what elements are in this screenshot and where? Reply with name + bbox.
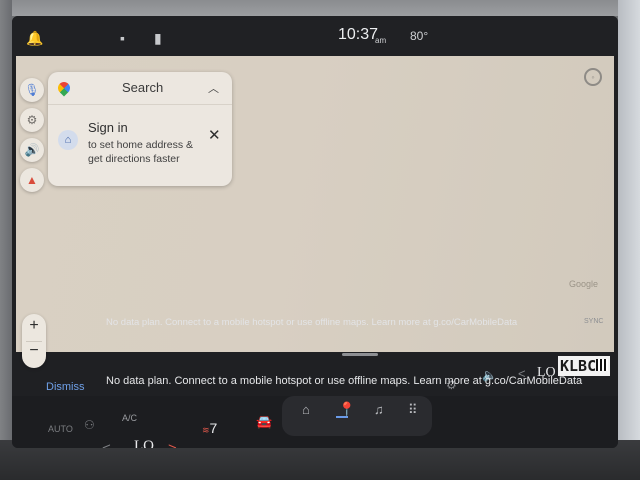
microphone-button[interactable]: 🎙 bbox=[20, 78, 44, 102]
account-icon[interactable]: ◦ bbox=[584, 68, 602, 86]
apps-icon[interactable]: ⠿ bbox=[408, 402, 418, 418]
clock-ampm: am bbox=[375, 36, 387, 45]
left-temp-up-button[interactable]: > bbox=[168, 440, 177, 448]
watermark-logo: KLBC bbox=[558, 356, 610, 376]
gear-icon: ⚙ bbox=[26, 113, 38, 127]
home-icon[interactable]: ⌂ bbox=[302, 402, 310, 417]
status-bar: 🔔 ▪ ▮ 10:37 am 80° bbox=[12, 16, 618, 56]
bezel-left bbox=[0, 0, 12, 480]
qr-code-icon bbox=[596, 359, 608, 371]
bottom-bar: AUTO ⚇ A/C < LO > ≋7 🚘 ⌂ 📍 ♫ ⠿ ⚙ 🔈 < LO … bbox=[12, 363, 618, 448]
climate-auto-button[interactable]: AUTO bbox=[48, 424, 73, 434]
zoom-in-button[interactable]: + bbox=[22, 317, 46, 335]
home-icon: ⌂ bbox=[58, 130, 78, 150]
clock-time: 10:37 bbox=[338, 26, 379, 43]
microphone-icon: 🎙 bbox=[24, 83, 40, 97]
bezel-top bbox=[0, 0, 640, 16]
data-plan-notice: No data plan. Connect to a mobile hotspo… bbox=[106, 317, 518, 328]
ac-button[interactable]: A/C bbox=[122, 413, 137, 423]
fan-icon[interactable]: ⚇ bbox=[84, 418, 95, 432]
seat-heat-button[interactable]: ≋7 bbox=[202, 420, 217, 436]
map-attribution: Google bbox=[568, 279, 598, 289]
search-card: Search ︿ ⌂ Sign in to set home address &… bbox=[48, 72, 232, 186]
signin-title[interactable]: Sign in bbox=[88, 120, 128, 135]
chevron-up-icon[interactable]: ︿ bbox=[208, 80, 219, 96]
car-icon[interactable]: 🚘 bbox=[256, 414, 272, 430]
bell-icon[interactable]: 🔔 bbox=[26, 30, 43, 47]
bezel-right bbox=[618, 0, 640, 480]
music-icon[interactable]: ♫ bbox=[374, 402, 384, 417]
signin-subtitle: to set home address & get directions fas… bbox=[88, 139, 194, 165]
volume-button[interactable]: 🔊 bbox=[20, 138, 44, 162]
compass-icon: ▲ bbox=[26, 173, 38, 187]
calendar-icon[interactable]: ▮ bbox=[154, 30, 162, 47]
speaker-icon: 🔊 bbox=[24, 143, 40, 157]
seat-heat-level: 7 bbox=[209, 420, 218, 436]
google-maps-pin-icon bbox=[55, 79, 73, 97]
outside-temperature: 80° bbox=[410, 29, 429, 43]
sync-label: SYNC bbox=[584, 318, 604, 325]
infotainment-screen: 🔔 ▪ ▮ 10:37 am 80° ◦ 🎙 ⚙ 🔊 ▲ Search ︿ ⌂ … bbox=[12, 16, 618, 448]
card-divider bbox=[48, 104, 232, 105]
settings-button[interactable]: ⚙ bbox=[20, 108, 44, 132]
map-view[interactable]: ◦ 🎙 ⚙ 🔊 ▲ Search ︿ ⌂ Sign in to set home… bbox=[16, 56, 614, 368]
message-icon[interactable]: ▪ bbox=[120, 30, 125, 46]
zoom-out-button[interactable]: − bbox=[22, 342, 46, 360]
no-data-plan-message: No data plan. Connect to a mobile hotspo… bbox=[106, 375, 583, 387]
compass-button[interactable]: ▲ bbox=[20, 168, 44, 192]
drag-handle[interactable] bbox=[342, 353, 378, 356]
search-button[interactable]: Search bbox=[122, 80, 163, 95]
dismiss-button[interactable]: Dismiss bbox=[46, 381, 85, 393]
left-temp-down-button[interactable]: < bbox=[102, 440, 111, 448]
watermark-text: KLBC bbox=[560, 357, 597, 375]
left-temp-value: LO bbox=[134, 438, 154, 448]
zoom-control: + − bbox=[22, 314, 46, 368]
close-icon[interactable]: ✕ bbox=[208, 126, 221, 144]
active-indicator bbox=[336, 416, 348, 418]
seat-heat-icon: ≋ bbox=[202, 425, 210, 435]
